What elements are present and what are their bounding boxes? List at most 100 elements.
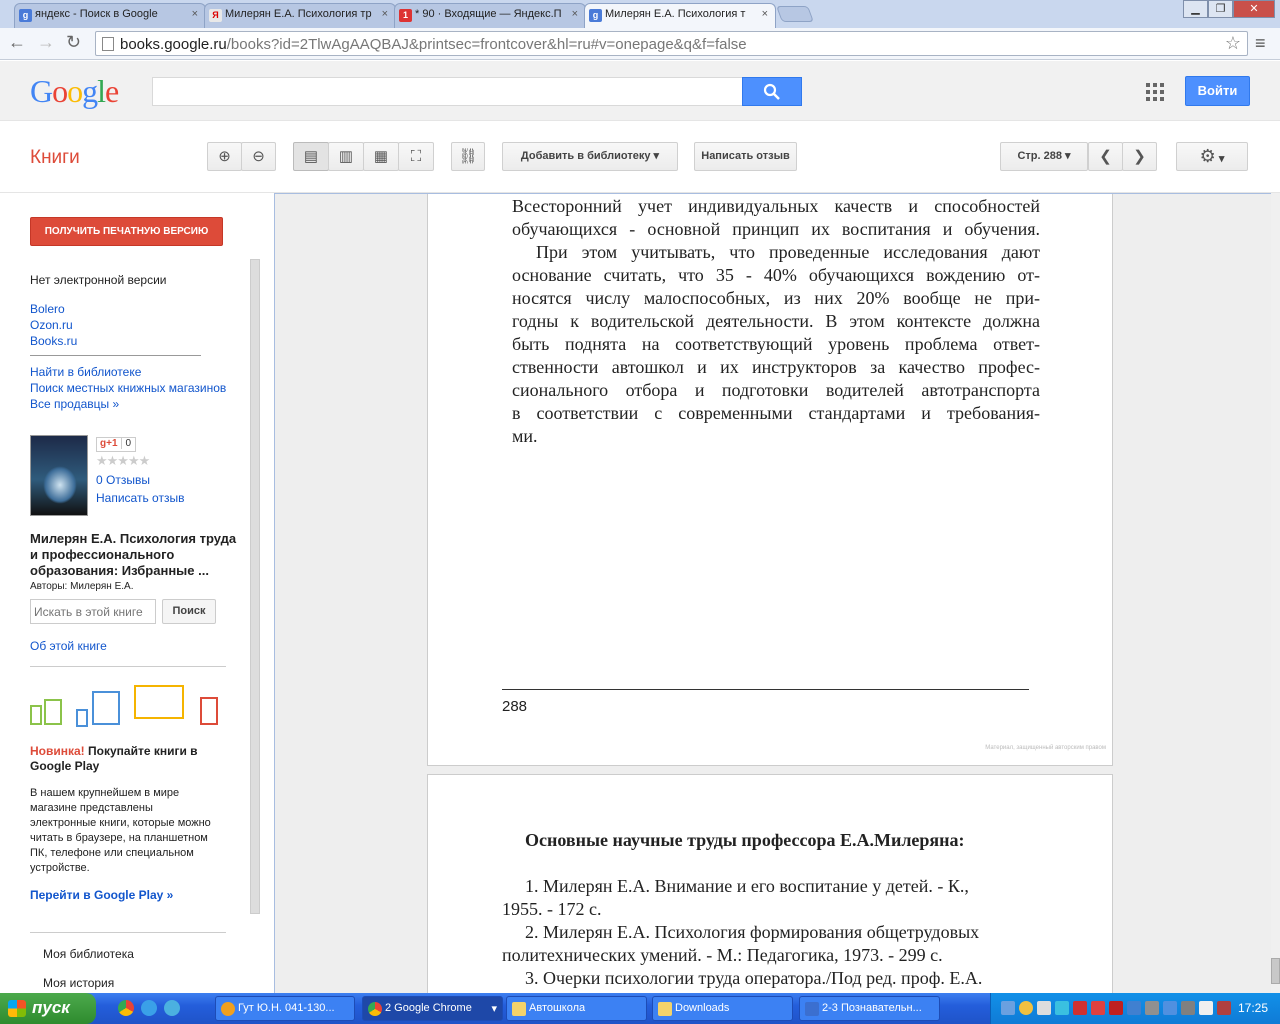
tab-yandex-search[interactable]: g яндекс - Поиск в Google ×	[14, 3, 206, 28]
divider	[30, 932, 226, 933]
about-book-link[interactable]: Об этой книге	[30, 639, 107, 653]
gplus-button[interactable]: g+1 0	[96, 437, 137, 452]
tray-icon[interactable]	[1181, 1001, 1195, 1015]
thumbnail-view-button[interactable]: ▦	[363, 142, 399, 171]
add-to-library-button[interactable]: Добавить в библиотеку ▾	[502, 142, 678, 171]
folder-icon	[512, 1002, 526, 1016]
tray-icon[interactable]	[1109, 1001, 1123, 1015]
store-link-books[interactable]: Books.ru	[30, 334, 77, 348]
prev-page-button[interactable]: ❮	[1088, 142, 1123, 171]
get-print-version-button[interactable]: ПОЛУЧИТЬ ПЕЧАТНУЮ ВЕРСИЮ	[30, 217, 223, 246]
all-sellers-link[interactable]: Все продавцы »	[30, 397, 119, 411]
chrome-quicklaunch-icon[interactable]	[118, 1000, 134, 1016]
next-page-button[interactable]: ❯	[1122, 142, 1157, 171]
tab-google-books[interactable]: g Милерян Е.А. Психология т ×	[584, 3, 776, 28]
login-button[interactable]: Войти	[1185, 76, 1250, 106]
task-word-doc[interactable]: 2-3 Познавательн...	[799, 996, 940, 1021]
write-review-button[interactable]: Написать отзыв	[694, 142, 797, 171]
bookmark-star-icon[interactable]: ☆	[1225, 33, 1241, 54]
single-page-view-button[interactable]: ▤	[293, 142, 329, 171]
viewer-scrollbar-thumb[interactable]	[1271, 958, 1280, 984]
divider	[30, 666, 226, 667]
minimize-icon[interactable]: ▁	[1183, 0, 1208, 18]
gear-icon: ⚙	[1199, 146, 1216, 166]
tray-icon[interactable]	[1091, 1001, 1105, 1015]
app-quicklaunch-icon[interactable]	[164, 1000, 180, 1016]
books-title[interactable]: Книги	[30, 147, 80, 169]
google-logo[interactable]: Google	[30, 73, 119, 110]
tray-icon[interactable]	[1145, 1001, 1159, 1015]
tray-icon[interactable]	[1217, 1001, 1231, 1015]
tray-icon[interactable]	[1001, 1001, 1015, 1015]
folder-icon	[658, 1002, 672, 1016]
close-icon[interactable]: ×	[572, 8, 578, 20]
play-promo-description: В нашем крупнейшем в мире магазине предс…	[30, 787, 211, 874]
page-text-line: При этом учитывать, что проведенные иссл…	[536, 242, 1040, 262]
page-text-line: обучающихся - основной принцип их воспит…	[512, 219, 1040, 239]
new-tab-button[interactable]	[776, 6, 814, 22]
back-arrow-icon[interactable]: ←	[8, 32, 26, 53]
left-panel-scrollbar[interactable]	[250, 259, 260, 914]
store-link-ozon[interactable]: Ozon.ru	[30, 318, 73, 332]
task-label: Downloads	[675, 1002, 730, 1014]
left-panel: ПОЛУЧИТЬ ПЕЧАТНУЮ ВЕРСИЮ Нет электронной…	[0, 193, 274, 993]
tray-icon[interactable]	[1127, 1001, 1141, 1015]
zoom-in-icon: ⊕	[218, 148, 231, 165]
task-chrome[interactable]: 2 Google Chrome ▾	[362, 996, 503, 1021]
dropdown-arrow-icon: ▾	[1065, 150, 1071, 162]
apps-grid-icon[interactable]	[1146, 83, 1164, 101]
fullscreen-button[interactable]: ⛶	[398, 142, 434, 171]
find-in-library-link[interactable]: Найти в библиотеке	[30, 365, 141, 379]
zoom-in-button[interactable]: ⊕	[207, 142, 242, 171]
close-icon[interactable]: ×	[762, 8, 768, 20]
my-library-link[interactable]: Моя библиотека	[43, 947, 134, 961]
start-button[interactable]: пуск	[0, 993, 96, 1024]
google-search-input[interactable]	[152, 77, 743, 106]
link-button[interactable]: ⛓	[451, 142, 485, 171]
page-text-line: быть поднята на соответствующий уровень …	[512, 334, 1040, 354]
tray-icon[interactable]	[1073, 1001, 1087, 1015]
page-select-button[interactable]: Стр. 288 ▾	[1000, 142, 1088, 171]
ie-quicklaunch-icon[interactable]	[141, 1000, 157, 1016]
tray-icon[interactable]	[1055, 1001, 1069, 1015]
close-icon[interactable]: ×	[192, 8, 198, 20]
volume-icon[interactable]	[1199, 1001, 1213, 1015]
write-review-link[interactable]: Написать отзыв	[96, 491, 184, 505]
zoom-out-icon: ⊖	[252, 148, 265, 165]
tray-icon[interactable]	[1163, 1001, 1177, 1015]
viewer-scrollbar[interactable]	[1271, 193, 1280, 993]
tray-icon[interactable]	[1037, 1001, 1051, 1015]
single-page-icon: ▤	[303, 148, 319, 165]
zoom-out-button[interactable]: ⊖	[241, 142, 276, 171]
settings-button[interactable]: ⚙ ▾	[1176, 142, 1248, 171]
maximize-icon[interactable]: ❐	[1208, 0, 1233, 18]
my-history-link[interactable]: Моя история	[43, 976, 114, 990]
task-gut[interactable]: Гут Ю.Н. 041-130...	[215, 996, 355, 1021]
forward-arrow-icon[interactable]: →	[37, 32, 55, 53]
chevron-left-icon: ❮	[1099, 148, 1112, 165]
local-stores-link[interactable]: Поиск местных книжных магазинов	[30, 381, 226, 395]
book-viewer[interactable]: Всесторонний учет индивидуальных качеств…	[274, 193, 1280, 993]
google-play-link[interactable]: Перейти в Google Play »	[30, 888, 173, 902]
chrome-menu-icon[interactable]: ≡	[1255, 33, 1266, 54]
search-in-book-button[interactable]: Поиск	[162, 599, 216, 624]
task-avtoshkola[interactable]: Автошкола	[506, 996, 647, 1021]
logo-letter: e	[105, 73, 119, 109]
task-downloads[interactable]: Downloads	[652, 996, 793, 1021]
google-header: Google Войти	[0, 61, 1280, 121]
two-page-view-button[interactable]: ▥	[328, 142, 364, 171]
search-in-book-input[interactable]	[30, 599, 156, 624]
logo-letter: g	[82, 73, 98, 109]
tab-mileryan-yandex[interactable]: Я Милерян Е.А. Психология тр ×	[204, 3, 396, 28]
reload-icon[interactable]: ↻	[66, 32, 81, 53]
window-close-icon[interactable]: ✕	[1233, 0, 1275, 18]
tab-yandex-mail[interactable]: 1 * 90 · Входящие — Яндекс.П ×	[394, 3, 586, 28]
address-bar[interactable]: books.google.ru/books?id=2TlwAgAAQBAJ&pr…	[95, 31, 1248, 56]
page-text-line: 3. Очерки психологии труда оператора./По…	[525, 968, 983, 988]
book-cover[interactable]	[30, 435, 88, 516]
reviews-link[interactable]: 0 Отзывы	[96, 473, 150, 487]
search-button[interactable]	[742, 77, 802, 106]
close-icon[interactable]: ×	[382, 8, 388, 20]
store-link-bolero[interactable]: Bolero	[30, 302, 65, 316]
tray-icon[interactable]	[1019, 1001, 1033, 1015]
